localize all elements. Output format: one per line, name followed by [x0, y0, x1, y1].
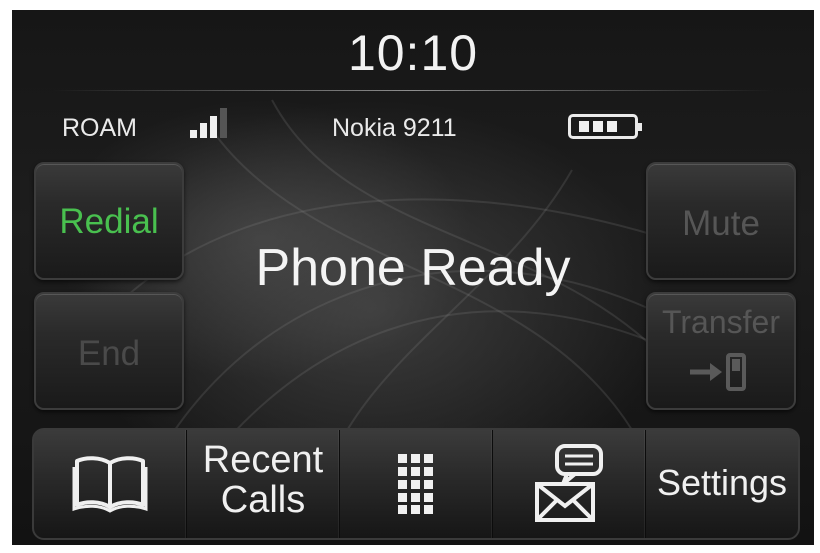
phone-status-message: Phone Ready: [255, 239, 571, 297]
transfer-to-phone-icon: [690, 353, 746, 391]
network-status: ROAM: [62, 114, 137, 142]
tab-phonebook[interactable]: [34, 430, 187, 538]
end-call-button[interactable]: End: [34, 292, 184, 410]
settings-label: Settings: [656, 462, 788, 503]
signal-bar: [200, 123, 207, 138]
signal-bar: [190, 130, 197, 138]
end-label: End: [77, 334, 141, 373]
clock: 10:10: [347, 25, 479, 81]
redial-label: Redial: [59, 202, 159, 241]
battery-icon: [568, 114, 642, 139]
messaging-icon: [535, 444, 603, 522]
tab-settings[interactable]: Settings: [646, 430, 798, 538]
recent-calls-label: Recent Calls: [187, 440, 339, 520]
transfer-button[interactable]: Transfer: [646, 292, 796, 410]
tab-recent-calls[interactable]: Recent Calls: [187, 430, 340, 538]
recent-calls-line1: Recent: [202, 439, 324, 481]
tab-messaging[interactable]: [493, 430, 646, 538]
signal-strength-icon: [190, 108, 230, 138]
phone-screen: 10:10 ROAM Nokia 9211 Redial End Mute Tr…: [12, 10, 814, 545]
bottom-tab-bar: Recent Calls Settings: [32, 428, 800, 540]
signal-bar: [210, 116, 217, 138]
recent-calls-line2: Calls: [220, 479, 306, 521]
phonebook-icon: [72, 456, 148, 513]
signal-bar: [220, 108, 227, 138]
phone-name: Nokia 9211: [332, 114, 457, 142]
divider: [52, 90, 774, 91]
status-bar: ROAM Nokia 9211: [12, 108, 814, 144]
keypad-icon: [398, 454, 433, 514]
tab-keypad[interactable]: [340, 430, 493, 538]
transfer-label: Transfer: [662, 304, 780, 340]
